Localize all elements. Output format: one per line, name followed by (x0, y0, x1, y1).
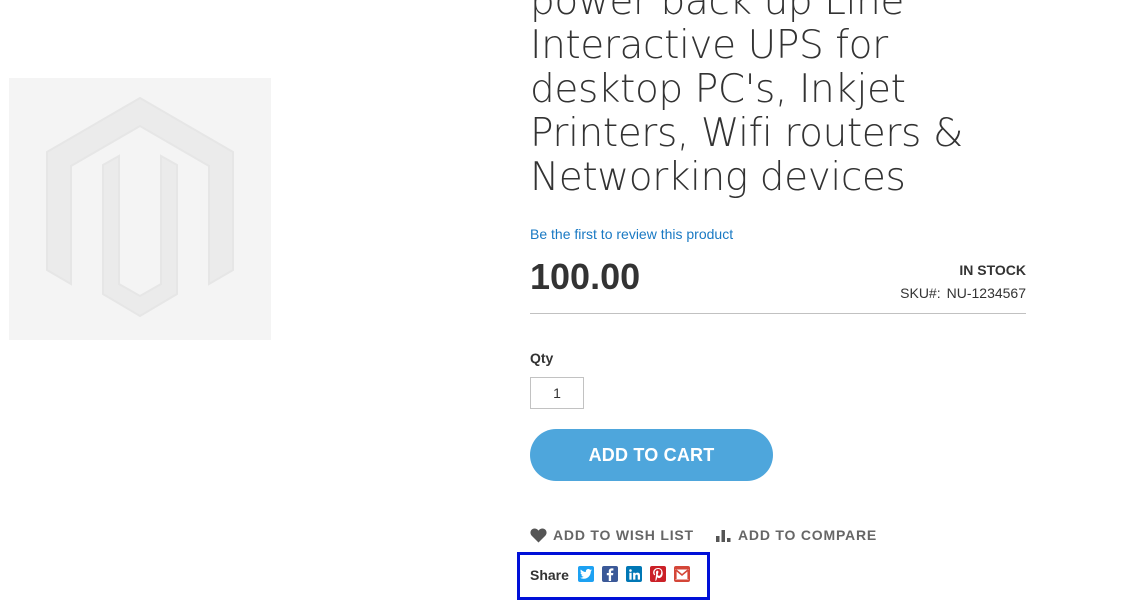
gmail-icon[interactable] (674, 566, 690, 582)
wishlist-label: ADD TO WISH LIST (553, 527, 694, 543)
stock-status: IN STOCK (959, 262, 1026, 278)
bar-chart-icon (716, 528, 732, 542)
share-label: Share (530, 567, 569, 583)
review-link[interactable]: Be the first to review this product (530, 226, 733, 242)
add-to-compare-link[interactable]: ADD TO COMPARE (716, 527, 877, 543)
heart-icon (530, 528, 547, 543)
sku-value: NU-1234567 (946, 285, 1026, 301)
product-title: power back up Line Interactive UPS for d… (530, 0, 963, 200)
product-price: 100.00 (530, 256, 641, 297)
linkedin-icon[interactable] (626, 566, 642, 582)
twitter-icon[interactable] (578, 566, 594, 582)
add-to-wishlist-link[interactable]: ADD TO WISH LIST (530, 527, 694, 543)
facebook-icon[interactable] (602, 566, 618, 582)
divider (530, 313, 1026, 314)
pinterest-icon[interactable] (650, 566, 666, 582)
qty-label: Qty (530, 350, 554, 366)
product-sku: SKU#: NU-1234567 (900, 285, 1026, 301)
magento-logo-icon (46, 96, 234, 318)
qty-input[interactable] (530, 377, 584, 409)
sku-label: SKU#: (900, 285, 941, 301)
product-page: power back up Line Interactive UPS for d… (0, 0, 1134, 608)
add-to-cart-button[interactable]: ADD TO CART (530, 429, 773, 481)
product-image-placeholder (9, 78, 271, 340)
compare-label: ADD TO COMPARE (738, 527, 878, 543)
